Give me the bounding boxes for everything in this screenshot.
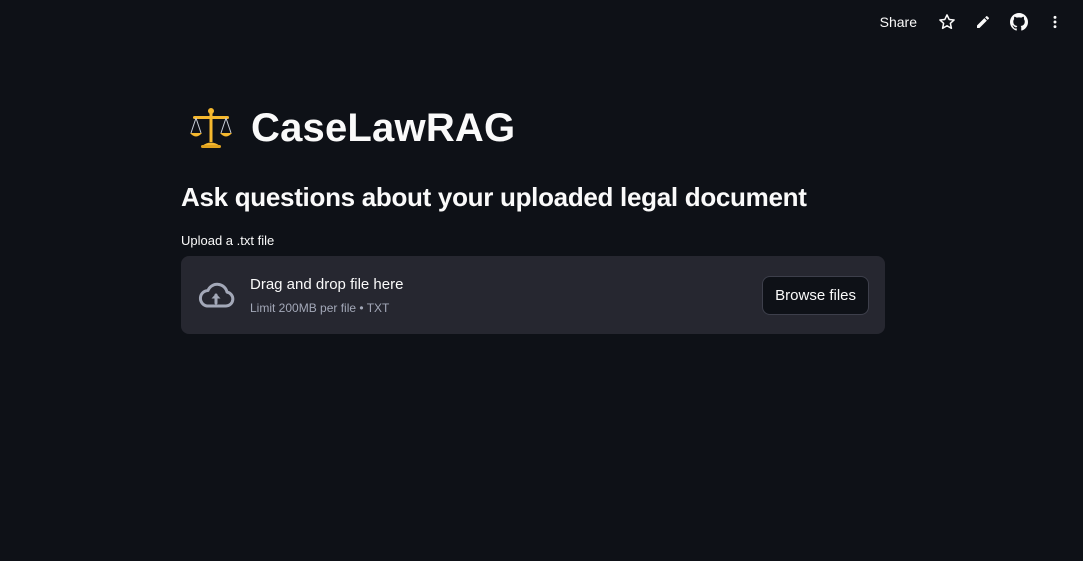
github-icon[interactable] bbox=[1001, 4, 1037, 40]
file-dropzone[interactable]: Drag and drop file here Limit 200MB per … bbox=[181, 256, 885, 334]
dropzone-limit: Limit 200MB per file • TXT bbox=[250, 300, 390, 315]
page-header: CaseLawRAG bbox=[181, 96, 885, 160]
share-button[interactable]: Share bbox=[880, 14, 917, 30]
cloud-upload-icon bbox=[197, 276, 235, 314]
page-title: CaseLawRAG bbox=[251, 105, 516, 150]
browse-files-button[interactable]: Browse files bbox=[762, 275, 869, 315]
app-toolbar: Share bbox=[880, 0, 1083, 44]
balance-scale-icon bbox=[185, 102, 237, 154]
star-icon[interactable] bbox=[929, 4, 965, 40]
dropzone-instructions: Drag and drop file here bbox=[250, 275, 404, 293]
dropzone-text: Drag and drop file here Limit 200MB per … bbox=[250, 276, 762, 315]
edit-pencil-icon[interactable] bbox=[965, 4, 1001, 40]
more-vert-icon[interactable] bbox=[1037, 4, 1073, 40]
main-content: CaseLawRAG Ask questions about your uplo… bbox=[181, 96, 885, 334]
page-subtitle: Ask questions about your uploaded legal … bbox=[181, 182, 807, 212]
upload-label: Upload a .txt file bbox=[181, 233, 275, 248]
